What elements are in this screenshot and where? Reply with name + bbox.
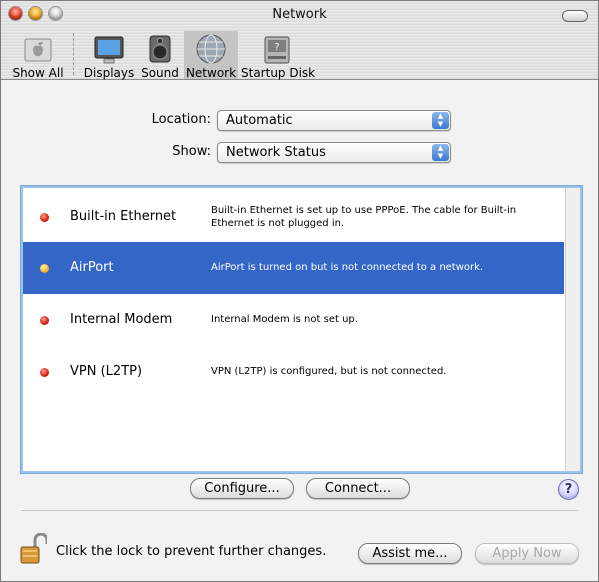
divider (21, 510, 578, 511)
status-yellow-icon (40, 264, 49, 273)
disk-icon: ? (264, 36, 290, 64)
location-value: Automatic (226, 113, 293, 128)
service-description: VPN (L2TP) is configured, but is not con… (211, 366, 447, 377)
toolbar-label: Displays (83, 66, 135, 80)
toolbar-displays[interactable]: Displays (83, 31, 135, 80)
list-item-airport[interactable]: AirPort AirPort is turned on but is not … (23, 242, 564, 294)
service-name: VPN (L2TP) (70, 364, 143, 379)
titlebar: Network Show All Displays Sound Network … (1, 1, 598, 80)
lock-label: Click the lock to prevent further change… (56, 544, 327, 559)
network-globe-icon (196, 34, 226, 64)
help-button[interactable]: ? (558, 479, 579, 500)
show-popup[interactable]: Network Status ▲ ▼ (217, 142, 451, 163)
network-preferences-window: Network Show All Displays Sound Network … (0, 0, 599, 582)
toolbar-label: Sound (141, 66, 179, 80)
toolbar-show-all[interactable]: Show All (9, 31, 67, 80)
location-label: Location: (151, 112, 211, 127)
service-description: Built-in Ethernet is set up to use PPPoE… (211, 205, 517, 229)
toolbar-network[interactable]: Network (184, 31, 238, 80)
connect-button[interactable]: Connect... (306, 478, 410, 499)
popup-arrows-icon: ▲ ▼ (432, 112, 449, 129)
toolbar-label: Network (185, 66, 237, 80)
speaker-icon (149, 35, 171, 63)
display-icon (94, 36, 124, 64)
service-name: Internal Modem (70, 312, 173, 327)
service-name: AirPort (70, 260, 114, 275)
toolbar-label: Show All (12, 66, 64, 80)
list-item-internal-modem[interactable]: Internal Modem Internal Modem is not set… (23, 294, 564, 346)
list-scrollbar[interactable] (565, 188, 580, 471)
apple-icon (24, 38, 52, 62)
service-name: Built-in Ethernet (70, 209, 177, 224)
toolbar-separator (73, 33, 74, 75)
configure-button[interactable]: Configure... (190, 478, 294, 499)
window-title: Network (272, 7, 327, 22)
popup-arrows-icon: ▲ ▼ (432, 144, 449, 161)
list-item-vpn-l2tp[interactable]: VPN (L2TP) VPN (L2TP) is configured, but… (23, 346, 564, 398)
svg-text:?: ? (274, 42, 279, 53)
toolbar-label: Startup Disk (241, 66, 316, 80)
network-status-list[interactable]: Built-in Ethernet Built-in Ethernet is s… (21, 186, 582, 473)
location-popup[interactable]: Automatic ▲ ▼ (217, 110, 451, 131)
status-red-icon (40, 213, 49, 222)
toolbar-sound[interactable]: Sound (139, 31, 181, 80)
status-red-icon (40, 316, 49, 325)
toolbar-toggle-button[interactable] (562, 10, 588, 22)
list-item-built-in-ethernet[interactable]: Built-in Ethernet Built-in Ethernet is s… (23, 190, 564, 242)
service-description: AirPort is turned on but is not connecte… (211, 262, 484, 273)
assist-me-button[interactable]: Assist me... (358, 543, 462, 564)
status-red-icon (40, 368, 49, 377)
lock-icon[interactable] (19, 533, 47, 565)
show-label: Show: (172, 144, 211, 159)
apply-now-button[interactable]: Apply Now (475, 543, 579, 564)
toolbar-startup-disk[interactable]: ? Startup Disk (241, 31, 316, 80)
service-description: Internal Modem is not set up. (211, 314, 358, 325)
show-value: Network Status (226, 145, 326, 160)
